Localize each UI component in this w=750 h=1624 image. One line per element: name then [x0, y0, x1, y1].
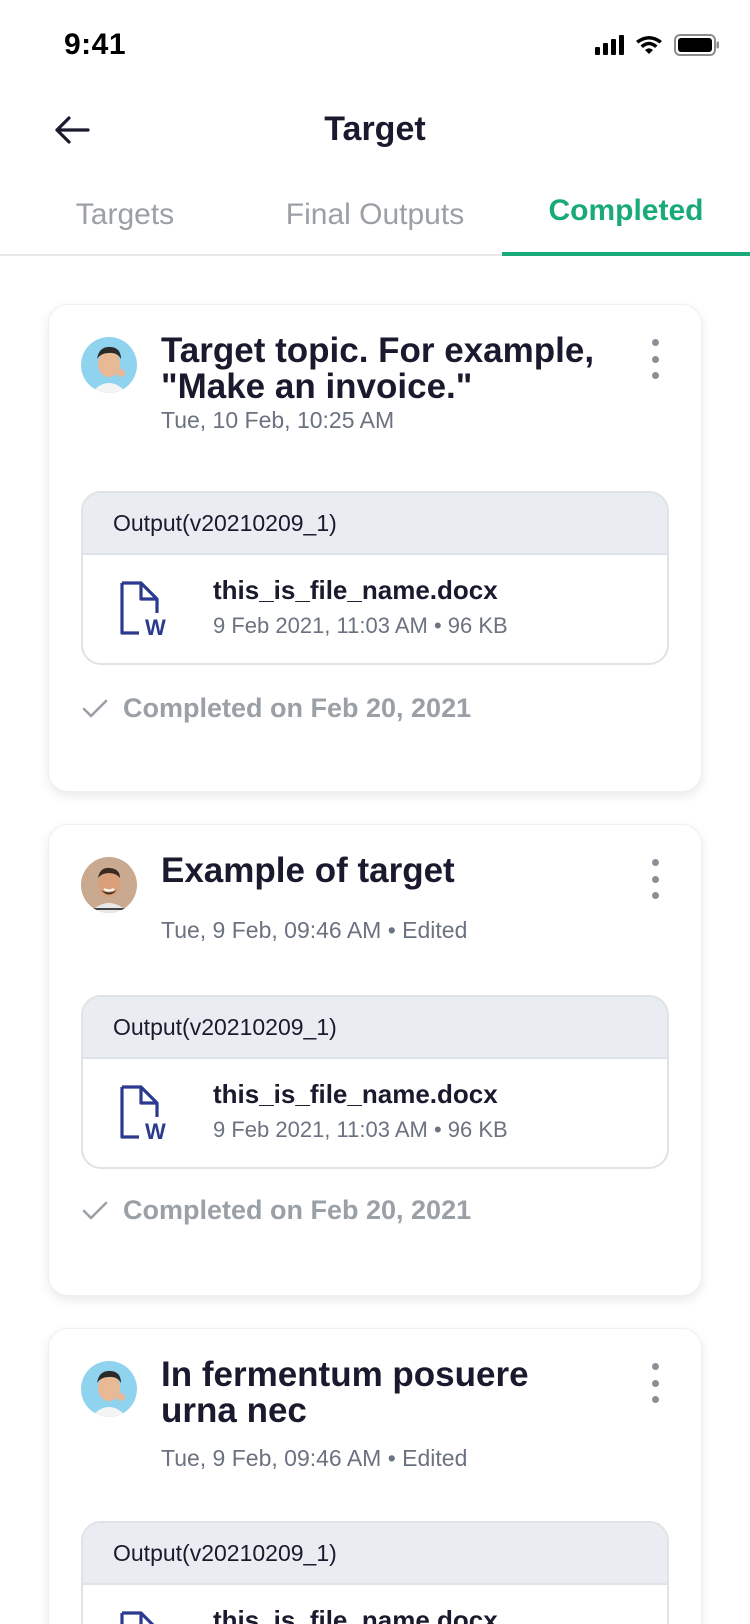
file-row[interactable]: W this_is_file_name.docx 9 Feb 2021, 11:… — [83, 1059, 667, 1167]
card-title: Target topic. For example, "Make an invo… — [161, 331, 595, 406]
file-name: this_is_file_name.docx — [213, 1605, 498, 1624]
page-title: Target — [324, 110, 426, 148]
file-meta: 9 Feb 2021, 11:03 AM • 96 KB — [213, 1117, 508, 1142]
word-document-icon: W — [119, 1083, 169, 1144]
card-title: In fermentum posuere urna nec — [161, 1355, 529, 1430]
target-card[interactable]: Target topic. For example, "Make an invo… — [48, 304, 702, 792]
check-icon — [81, 1200, 109, 1222]
file-name: this_is_file_name.docx — [213, 1079, 498, 1109]
check-icon — [81, 698, 109, 720]
screen: 9:41 Target Targets Final Outputs Comple… — [0, 0, 750, 1624]
avatar — [81, 1361, 137, 1417]
status-time: 9:41 — [64, 28, 127, 61]
file-name: this_is_file_name.docx — [213, 575, 498, 605]
target-card[interactable]: Example of target Tue, 9 Feb, 09:46 AM •… — [48, 824, 702, 1296]
avatar — [81, 857, 137, 913]
output-version-label: Output(v20210209_1) — [83, 997, 667, 1059]
output-box: Output(v20210209_1) W this_is_file_name.… — [81, 491, 669, 665]
output-version-label: Output(v20210209_1) — [83, 1523, 667, 1585]
wifi-icon — [634, 34, 664, 56]
battery-icon — [674, 34, 720, 56]
output-box: Output(v20210209_1) W this_is_file_name.… — [81, 995, 669, 1169]
card-date: Tue, 9 Feb, 09:46 AM • Edited — [161, 1445, 468, 1471]
more-vertical-icon — [651, 1363, 659, 1370]
completed-status: Completed on Feb 20, 2021 — [81, 693, 471, 724]
active-tab-indicator — [502, 252, 750, 256]
more-options-button[interactable] — [645, 1363, 665, 1403]
completed-date-text: Completed on Feb 20, 2021 — [123, 693, 472, 723]
file-row[interactable]: W this_is_file_name.docx 9 Feb 2021, 11:… — [83, 555, 667, 663]
header: Target — [0, 100, 750, 164]
word-document-icon: W — [119, 579, 169, 640]
completed-date-text: Completed on Feb 20, 2021 — [123, 1195, 472, 1225]
tab-targets[interactable]: Targets — [0, 186, 250, 256]
completed-status: Completed on Feb 20, 2021 — [81, 1195, 471, 1226]
cellular-signal-icon — [595, 35, 624, 55]
tab-bar: Targets Final Outputs Completed — [0, 186, 750, 256]
status-bar: 9:41 — [0, 0, 750, 96]
card-date: Tue, 9 Feb, 09:46 AM • Edited — [161, 917, 468, 943]
status-icons — [595, 34, 720, 56]
more-options-button[interactable] — [645, 339, 665, 379]
output-version-label: Output(v20210209_1) — [83, 493, 667, 555]
card-date: Tue, 10 Feb, 10:25 AM — [161, 407, 395, 433]
more-vertical-icon — [651, 859, 659, 866]
card-title: Example of target — [161, 851, 455, 890]
target-card[interactable]: In fermentum posuere urna nec Tue, 9 Feb… — [48, 1328, 702, 1624]
output-box: Output(v20210209_1) this_is_file_name.do… — [81, 1521, 669, 1624]
more-options-button[interactable] — [645, 859, 665, 899]
svg-text:W: W — [145, 615, 166, 639]
svg-text:W: W — [145, 1119, 166, 1143]
tab-final-outputs[interactable]: Final Outputs — [250, 186, 500, 256]
file-row[interactable]: this_is_file_name.docx — [83, 1585, 667, 1624]
tab-completed[interactable]: Completed — [502, 186, 750, 256]
file-meta: 9 Feb 2021, 11:03 AM • 96 KB — [213, 613, 508, 638]
avatar — [81, 337, 137, 393]
more-vertical-icon — [651, 339, 659, 346]
word-document-icon — [119, 1609, 169, 1624]
